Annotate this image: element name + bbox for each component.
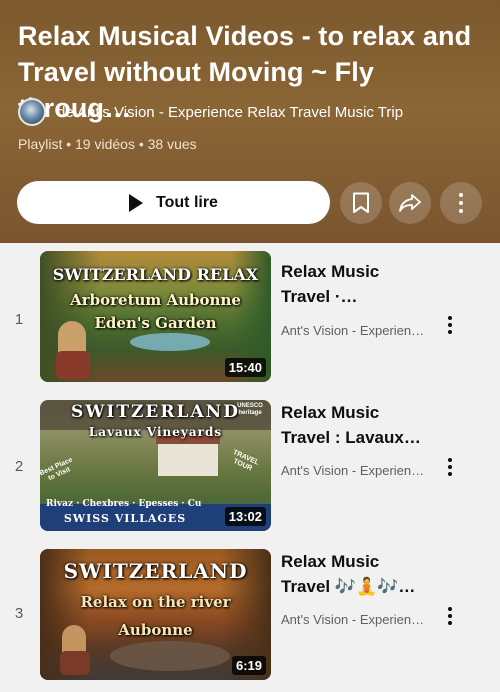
thumbnail-badge: UNESCO heritage — [237, 403, 263, 416]
video-index: 3 — [14, 605, 24, 622]
video-channel[interactable]: Ant's Vision - Experien… — [281, 323, 431, 338]
channel-name[interactable]: de Ant's Vision - Experience Relax Trave… — [57, 104, 403, 121]
video-more-button[interactable] — [440, 313, 460, 337]
video-duration: 15:40 — [224, 358, 266, 377]
video-duration: 13:02 — [224, 507, 266, 526]
video-index: 1 — [14, 311, 24, 328]
video-more-button[interactable] — [440, 604, 460, 628]
bookmark-icon — [353, 192, 369, 213]
thumbnail-subtitle: Relax on the river — [80, 593, 231, 611]
video-title[interactable]: Relax Music Travel : Lavaux… — [281, 400, 431, 450]
video-index: 2 — [14, 458, 24, 475]
list-item[interactable]: 3 SWITZERLAND Relax on the river Aubonne… — [0, 549, 500, 683]
thumbnail-subtitle: Aubonne — [118, 621, 193, 639]
video-more-button[interactable] — [440, 455, 460, 479]
thumbnail-subtitle: Arboretum Aubonne — [70, 291, 241, 309]
thumbnail-footer: SWISS VILLAGES — [63, 512, 187, 525]
thumbnail-subtitle: Eden's Garden — [94, 314, 217, 332]
playlist-meta: Playlist • 19 vidéos • 38 vues — [18, 136, 197, 152]
save-button[interactable] — [340, 182, 382, 224]
video-duration: 6:19 — [231, 656, 266, 675]
share-icon — [399, 194, 421, 212]
more-vert-icon — [448, 458, 452, 462]
play-icon — [129, 193, 144, 212]
share-button[interactable] — [389, 182, 431, 224]
more-vert-icon — [459, 193, 463, 213]
video-title[interactable]: Relax Music Travel 🎶🧘🎶… — [281, 549, 431, 599]
video-title[interactable]: Relax Music Travel ·… — [281, 259, 431, 309]
play-all-label: Tout lire — [156, 193, 218, 211]
video-thumbnail[interactable]: SWITZERLAND Lavaux Vineyards UNESCO heri… — [40, 400, 271, 531]
more-options-button[interactable] — [440, 182, 482, 224]
thumbnail-villages: Rivaz · Chexbres · Epesses · Cu — [46, 499, 202, 509]
channel-row[interactable]: de Ant's Vision - Experience Relax Trave… — [18, 98, 403, 126]
list-item[interactable]: 2 SWITZERLAND Lavaux Vineyards UNESCO he… — [0, 400, 500, 534]
list-item[interactable]: 1 SWITZERLAND RELAX Arboretum Aubonne Ed… — [0, 251, 500, 385]
video-channel[interactable]: Ant's Vision - Experien… — [281, 463, 431, 478]
video-thumbnail[interactable]: SWITZERLAND Relax on the river Aubonne 6… — [40, 549, 271, 680]
thumbnail-headline: SWITZERLAND — [63, 559, 248, 583]
channel-avatar[interactable] — [18, 98, 46, 126]
more-vert-icon — [448, 316, 452, 320]
video-channel[interactable]: Ant's Vision - Experien… — [281, 612, 431, 627]
video-thumbnail[interactable]: SWITZERLAND RELAX Arboretum Aubonne Eden… — [40, 251, 271, 382]
playlist-header: Relax Musical Videos - to relax and Trav… — [0, 0, 500, 243]
play-all-button[interactable]: Tout lire — [17, 181, 330, 224]
more-vert-icon — [448, 607, 452, 611]
thumbnail-subtitle: Lavaux Vineyards — [88, 425, 223, 439]
thumbnail-headline: SWITZERLAND RELAX — [52, 265, 259, 284]
